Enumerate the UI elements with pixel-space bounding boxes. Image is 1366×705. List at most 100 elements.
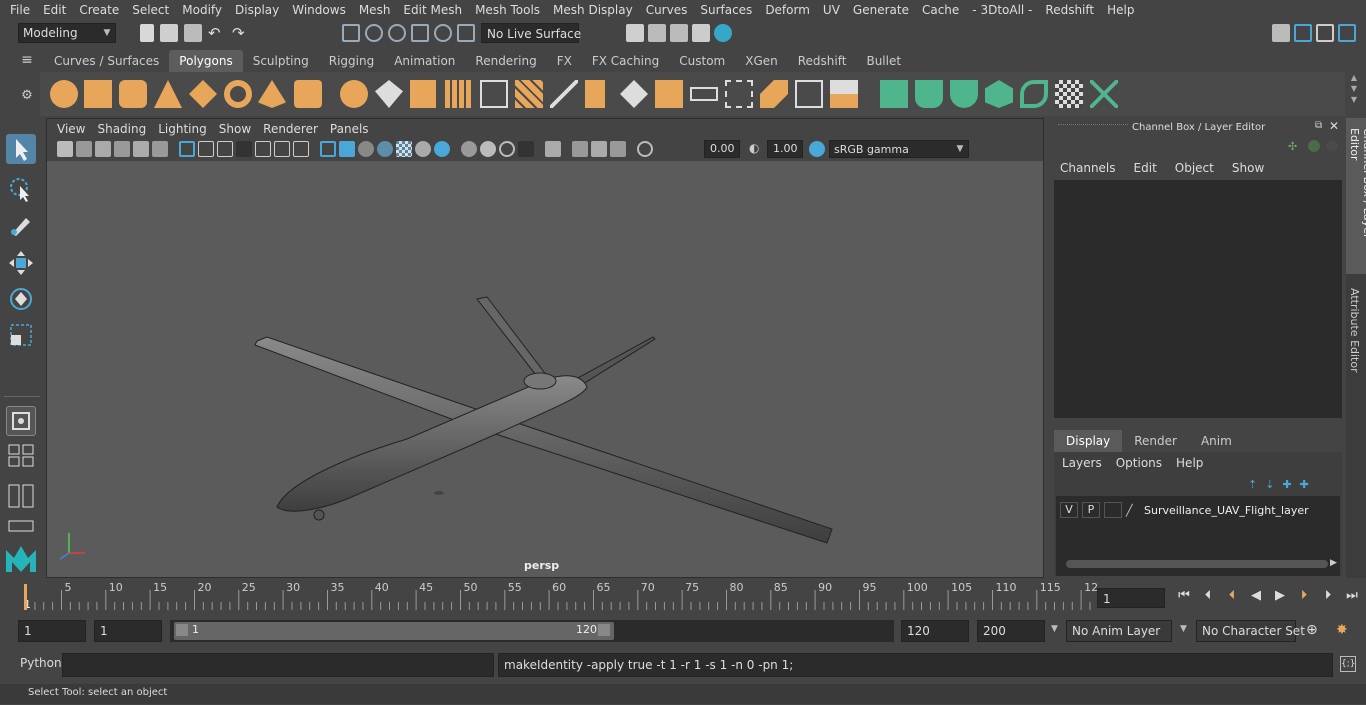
- play-forward-icon[interactable]: ▶: [1270, 588, 1290, 603]
- safe-title-icon[interactable]: [293, 141, 309, 157]
- camera-attributes-icon[interactable]: [152, 141, 168, 157]
- wireframe-on-shaded-icon[interactable]: [377, 141, 393, 157]
- layer-tab-render[interactable]: Render: [1122, 430, 1189, 452]
- grease-pencil-icon[interactable]: [133, 141, 149, 157]
- perspective-view[interactable]: persp: [47, 161, 1043, 577]
- spherical-uv-icon[interactable]: [950, 80, 978, 108]
- shelf-tab-bullet[interactable]: Bullet: [856, 50, 911, 72]
- anti-aliasing-icon[interactable]: [499, 141, 515, 157]
- film-gate-icon[interactable]: [198, 141, 214, 157]
- motion-blur-icon[interactable]: [480, 141, 496, 157]
- close-icon[interactable]: ✕: [1329, 119, 1339, 133]
- menu-edit[interactable]: Edit: [37, 3, 73, 17]
- shelf-tab-redshift[interactable]: Redshift: [788, 50, 857, 72]
- layer-tab-display[interactable]: Display: [1054, 430, 1123, 452]
- layout-toggle-icon[interactable]: [6, 518, 36, 534]
- chevron-down-icon[interactable]: ▼: [1180, 624, 1187, 634]
- safe-action-icon[interactable]: [274, 141, 290, 157]
- fill-hole-icon[interactable]: [760, 80, 788, 108]
- time-ruler[interactable]: 5 10 15 20 25 30 35 40 45 50 55 60 65 70 75 80 85 90 95 100…: [18, 580, 1098, 612]
- poly-sphere-icon[interactable]: [50, 80, 78, 108]
- exposure-field[interactable]: 0.00: [704, 140, 740, 158]
- range-end-grip[interactable]: [598, 624, 610, 636]
- snap-grid-icon[interactable]: [411, 24, 429, 42]
- poke-icon[interactable]: [830, 80, 858, 108]
- layer-scrollbar[interactable]: [1066, 560, 1328, 568]
- textured-icon[interactable]: [396, 141, 412, 157]
- channel-toggle-icon[interactable]: [1338, 24, 1356, 42]
- poly-cube-icon[interactable]: [84, 80, 112, 108]
- shelf-gear-icon[interactable]: ⚙: [18, 88, 36, 106]
- ipr-render-icon[interactable]: [670, 24, 688, 42]
- layer-name[interactable]: Surveillance_UAV_Flight_layer: [1144, 504, 1309, 517]
- hypershade-icon[interactable]: [714, 24, 732, 42]
- animation-start-field[interactable]: 1: [18, 620, 86, 642]
- color-management-icon[interactable]: [809, 141, 825, 157]
- new-layer-icon[interactable]: ✚: [1282, 478, 1291, 491]
- playback-end-field[interactable]: 120: [901, 620, 969, 642]
- chevron-down-icon[interactable]: ▼: [1051, 624, 1058, 634]
- attribute-editor-side-tab[interactable]: Attribute Editor: [1346, 282, 1366, 382]
- range-start-grip[interactable]: [176, 624, 188, 636]
- cylindrical-uv-icon[interactable]: [915, 80, 943, 108]
- exposure-icon[interactable]: [637, 141, 653, 157]
- layer-playback-toggle[interactable]: P: [1082, 502, 1100, 518]
- menu-file[interactable]: File: [4, 3, 37, 17]
- shelf-tab-xgen[interactable]: XGen: [735, 50, 788, 72]
- axis-icon[interactable]: ✣: [1288, 140, 1302, 154]
- cut-uv-icon[interactable]: [1090, 80, 1118, 108]
- time-slider[interactable]: 5 10 15 20 25 30 35 40 45 50 55 60 65 70 75 80 85 90 95 100…: [0, 580, 1366, 614]
- shelf-tab-sculpting[interactable]: Sculpting: [243, 50, 319, 72]
- scroll-right-icon[interactable]: ▶: [1330, 558, 1337, 568]
- viewport-menu-lighting[interactable]: Lighting: [152, 122, 213, 136]
- menu-mesh-display[interactable]: Mesh Display: [547, 3, 640, 17]
- select-tool-icon[interactable]: [6, 134, 36, 164]
- lasso-tool-icon[interactable]: [6, 174, 36, 204]
- animation-end-field[interactable]: 200: [977, 620, 1045, 642]
- checker-icon[interactable]: [1055, 80, 1083, 108]
- menu-display[interactable]: Display: [229, 3, 286, 17]
- layer-menu-layers[interactable]: Layers: [1062, 456, 1102, 470]
- new-scene-icon[interactable]: [140, 24, 154, 42]
- menu-generate[interactable]: Generate: [847, 3, 916, 17]
- auto-uv-icon[interactable]: [985, 80, 1013, 108]
- shelf-scroll[interactable]: ▲ ▼ ▼: [1345, 72, 1363, 116]
- menu-mesh-tools[interactable]: Mesh Tools: [469, 3, 547, 17]
- menu-mesh[interactable]: Mesh: [353, 3, 398, 17]
- animation-prefs-icon[interactable]: ✸: [1336, 622, 1348, 638]
- separate-icon[interactable]: [375, 80, 403, 108]
- menu-3dtoall[interactable]: - 3DtoAll -: [966, 3, 1039, 17]
- scale-tool-icon[interactable]: [6, 320, 36, 350]
- channel-menu-show[interactable]: Show: [1232, 161, 1264, 175]
- poly-pyramid-icon[interactable]: [258, 80, 286, 108]
- multi-cut-icon[interactable]: [550, 80, 578, 108]
- isolate-select-icon[interactable]: [545, 141, 561, 157]
- color-space-dropdown[interactable]: sRGB gamma ▼: [829, 140, 969, 158]
- range-slider[interactable]: 1 120: [170, 620, 894, 642]
- workspace-icon[interactable]: [1272, 24, 1290, 42]
- shadows-icon[interactable]: [434, 141, 450, 157]
- layer-color-icon[interactable]: ╱: [1126, 504, 1140, 517]
- character-set-dropdown[interactable]: No Character Set: [1196, 620, 1305, 642]
- shelf-tab-rendering[interactable]: Rendering: [465, 50, 546, 72]
- step-back-frame-icon[interactable]: ⏴: [1222, 588, 1242, 603]
- layer-tab-anim[interactable]: Anim: [1189, 430, 1244, 452]
- bridge-icon[interactable]: [620, 80, 648, 108]
- script-editor-icon[interactable]: {;}: [1340, 656, 1356, 672]
- go-to-start-icon[interactable]: ⏮: [1174, 588, 1194, 603]
- shelf-tab-animation[interactable]: Animation: [384, 50, 465, 72]
- field-chart-icon[interactable]: [255, 141, 271, 157]
- new-layer-selected-icon[interactable]: ✚: [1300, 478, 1309, 491]
- grid-toggle-icon[interactable]: [179, 141, 195, 157]
- step-back-key-icon[interactable]: ⏴: [1198, 588, 1218, 603]
- menu-deform[interactable]: Deform: [759, 3, 817, 17]
- mirror-icon[interactable]: [410, 80, 436, 108]
- bookmark-icon[interactable]: [95, 141, 111, 157]
- uav-model[interactable]: [47, 161, 1043, 577]
- poly-torus-icon[interactable]: [224, 80, 252, 108]
- menu-help[interactable]: Help: [1101, 3, 1141, 17]
- smooth-shade-icon[interactable]: [339, 141, 355, 157]
- combine-icon[interactable]: [340, 80, 368, 108]
- shelf-tab-curves-surfaces[interactable]: Curves / Surfaces: [44, 50, 169, 72]
- channel-box-side-tab[interactable]: Channel Box / Layer Editor: [1346, 118, 1366, 274]
